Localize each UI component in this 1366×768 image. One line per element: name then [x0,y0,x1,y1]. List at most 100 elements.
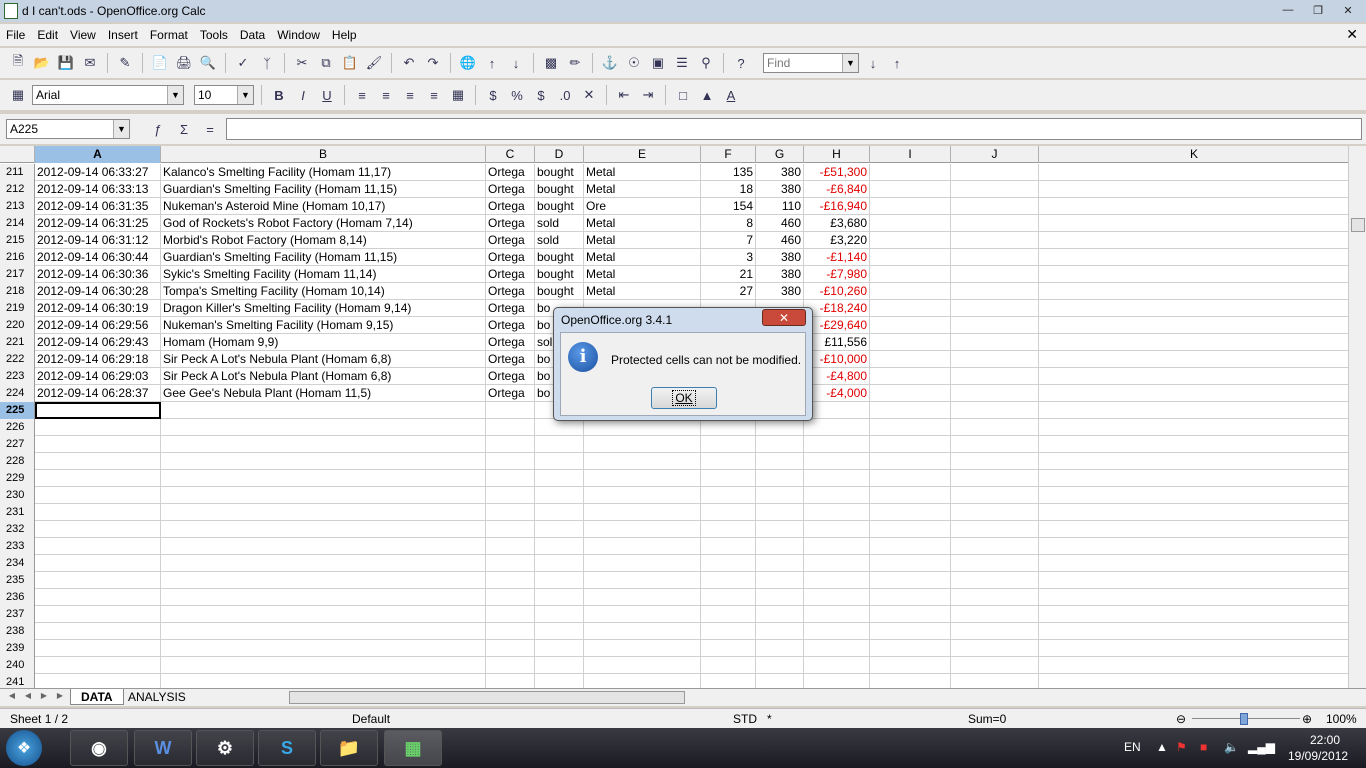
cell-a[interactable] [35,657,161,674]
export-pdf-icon[interactable]: 📄 [150,53,170,73]
cell-a[interactable] [35,419,161,436]
cell-g[interactable]: 380 [756,181,804,198]
cell-h[interactable]: -£10,260 [804,283,870,300]
font-name-box[interactable]: Arial ▼ [32,85,184,105]
cell-j[interactable] [951,317,1039,334]
cell-a[interactable] [35,572,161,589]
format-paintbrush-icon[interactable]: 🖌 [364,53,384,73]
cell-j[interactable] [951,521,1039,538]
cell-d[interactable] [535,470,584,487]
cell-b[interactable] [161,419,486,436]
row-header[interactable]: 235 [0,572,35,589]
cell-a[interactable]: 2012-09-14 06:31:12 [35,232,161,249]
row-header[interactable]: 237 [0,606,35,623]
zoom-out-icon[interactable]: ⊖ [1176,712,1186,726]
cell-j[interactable] [951,470,1039,487]
cell-a[interactable]: 2012-09-14 06:29:43 [35,334,161,351]
cell-g[interactable] [756,504,804,521]
cell-h[interactable] [804,606,870,623]
cell-d[interactable] [535,657,584,674]
align-right-icon[interactable]: ≡ [400,85,420,105]
cell-j[interactable] [951,402,1039,419]
sort-descending-icon[interactable]: ↓ [506,53,526,73]
menu-window[interactable]: Window [271,28,326,42]
cell-g[interactable]: 460 [756,232,804,249]
cell-a[interactable]: 2012-09-14 06:30:44 [35,249,161,266]
cell-a[interactable] [35,470,161,487]
cell-g[interactable] [756,538,804,555]
menu-insert[interactable]: Insert [102,28,144,42]
align-center-icon[interactable]: ≡ [376,85,396,105]
cell-a[interactable]: 2012-09-14 06:29:18 [35,351,161,368]
column-header-a[interactable]: A [35,146,161,163]
cell-e[interactable]: Metal [584,283,701,300]
cell-b[interactable] [161,436,486,453]
cell-g[interactable]: 460 [756,215,804,232]
cell-b[interactable] [161,521,486,538]
cell-b[interactable] [161,504,486,521]
email-icon[interactable]: ✉ [80,53,100,73]
cell-c[interactable] [486,657,535,674]
hyperlink-icon[interactable]: 🌐 [458,53,478,73]
close-document-icon[interactable]: ✕ [1346,26,1358,43]
cell-f[interactable]: 3 [701,249,756,266]
new-document-icon[interactable]: 🗎 [8,53,28,73]
menu-tools[interactable]: Tools [194,28,234,42]
cell-j[interactable] [951,249,1039,266]
cell-i[interactable] [870,351,951,368]
row-header[interactable]: 230 [0,487,35,504]
cell-i[interactable] [870,198,951,215]
cell-i[interactable] [870,504,951,521]
cell-b[interactable]: Gee Gee's Nebula Plant (Homam 11,5) [161,385,486,402]
cell-k[interactable] [1039,249,1350,266]
cell-a[interactable] [35,487,161,504]
cell-i[interactable] [870,419,951,436]
find-next-icon[interactable]: ↓ [863,53,883,73]
cell-j[interactable] [951,674,1039,688]
column-header-c[interactable]: C [486,146,535,163]
cell-h[interactable] [804,640,870,657]
cell-a[interactable] [35,402,161,419]
last-sheet-icon[interactable]: ▶ [54,691,66,703]
cell-d[interactable]: bought [535,198,584,215]
cell-g[interactable] [756,453,804,470]
cell-j[interactable] [951,351,1039,368]
cell-g[interactable] [756,487,804,504]
settings-taskbar-icon[interactable]: ⚙ [196,730,254,766]
cell-b[interactable] [161,606,486,623]
row-header[interactable]: 229 [0,470,35,487]
cell-e[interactable] [584,572,701,589]
cell-i[interactable] [870,266,951,283]
cell-k[interactable] [1039,555,1350,572]
borders-icon[interactable]: □ [673,85,693,105]
cell-g[interactable] [756,623,804,640]
menu-help[interactable]: Help [326,28,363,42]
cell-j[interactable] [951,385,1039,402]
function-icon[interactable]: = [200,119,220,139]
cell-h[interactable] [804,623,870,640]
cell-j[interactable] [951,453,1039,470]
column-header-e[interactable]: E [584,146,701,163]
cell-c[interactable]: Ortega [486,385,535,402]
previous-sheet-icon[interactable]: ◀ [22,691,34,703]
cell-f[interactable]: 7 [701,232,756,249]
cell-a[interactable]: 2012-09-14 06:30:28 [35,283,161,300]
cell-i[interactable] [870,538,951,555]
cell-k[interactable] [1039,470,1350,487]
menu-edit[interactable]: Edit [31,28,64,42]
increase-indent-icon[interactable]: ⇥ [638,85,658,105]
cell-g[interactable] [756,589,804,606]
row-header[interactable]: 239 [0,640,35,657]
cell-f[interactable] [701,419,756,436]
styles-icon[interactable]: ▦ [8,85,28,105]
column-header-d[interactable]: D [535,146,584,163]
cell-h[interactable] [804,453,870,470]
cell-f[interactable]: 8 [701,215,756,232]
cell-a[interactable]: 2012-09-14 06:30:36 [35,266,161,283]
italic-icon[interactable]: I [293,85,313,105]
cell-d[interactable] [535,538,584,555]
print-preview-icon[interactable]: 🔍 [198,53,218,73]
vertical-scroll-thumb[interactable] [1351,218,1365,232]
cell-i[interactable] [870,555,951,572]
cell-a[interactable]: 2012-09-14 06:30:19 [35,300,161,317]
